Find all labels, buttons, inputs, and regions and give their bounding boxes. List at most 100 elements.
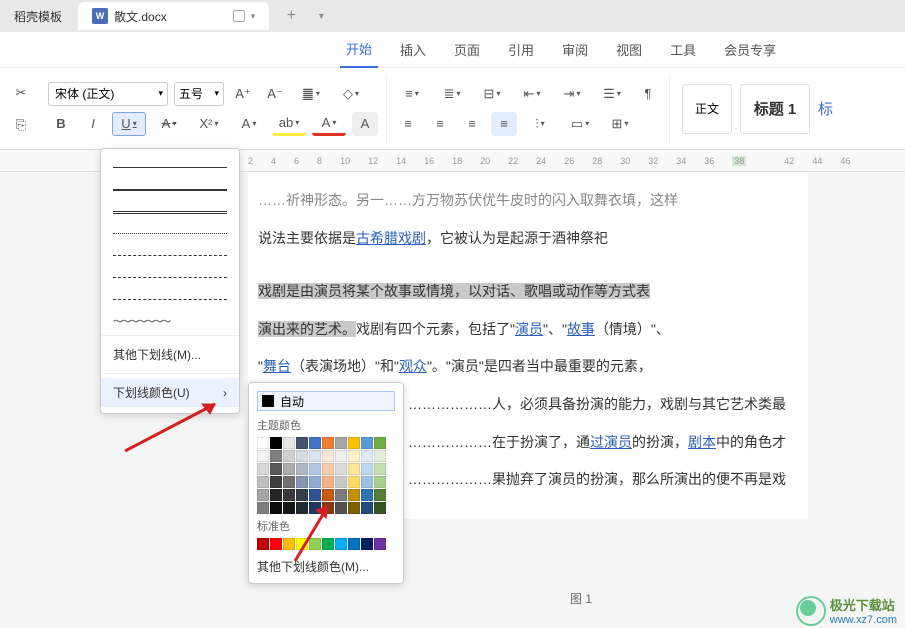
color-swatch[interactable]	[322, 437, 334, 449]
change-case-icon[interactable]: ䷀	[294, 82, 328, 106]
color-swatch[interactable]	[374, 450, 386, 462]
shading-icon[interactable]: ▭	[563, 112, 597, 136]
color-swatch[interactable]	[296, 437, 308, 449]
underline-style-double[interactable]	[113, 201, 227, 221]
color-swatch[interactable]	[270, 463, 282, 475]
color-swatch[interactable]	[270, 538, 282, 550]
multilevel-list-icon[interactable]: ⊟	[475, 82, 509, 106]
window-icon[interactable]	[233, 10, 245, 22]
copy-icon[interactable]: ⎘	[8, 113, 34, 137]
color-swatch[interactable]	[270, 476, 282, 488]
color-swatch[interactable]	[296, 463, 308, 475]
align-center-icon[interactable]: ≡	[427, 112, 453, 136]
style-more[interactable]: 标	[818, 98, 833, 119]
link-script[interactable]: 剧本	[688, 434, 716, 450]
indent-right-icon[interactable]: ⇥	[555, 82, 589, 106]
color-swatch[interactable]	[257, 463, 269, 475]
color-swatch[interactable]	[257, 476, 269, 488]
underline-style-long-dash[interactable]	[113, 267, 227, 287]
menu-member[interactable]: 会员专享	[718, 32, 782, 67]
color-swatch[interactable]	[335, 463, 347, 475]
underline-style-dashed[interactable]	[113, 245, 227, 265]
color-swatch[interactable]	[361, 538, 373, 550]
color-swatch[interactable]	[374, 489, 386, 501]
borders-icon[interactable]: ⊞	[603, 112, 637, 136]
menu-review[interactable]: 审阅	[556, 32, 594, 67]
sort-icon[interactable]: ☰	[595, 82, 629, 106]
number-list-icon[interactable]: ≣	[435, 82, 469, 106]
underline-button[interactable]: U	[112, 112, 146, 136]
font-color-button[interactable]: A	[312, 112, 346, 136]
underline-style-single[interactable]	[113, 157, 227, 177]
color-swatch[interactable]	[374, 437, 386, 449]
align-left-icon[interactable]: ≡	[395, 112, 421, 136]
underline-style-thick[interactable]	[113, 179, 227, 199]
color-swatch[interactable]	[348, 463, 360, 475]
color-swatch[interactable]	[322, 463, 334, 475]
menu-view[interactable]: 视图	[610, 32, 648, 67]
color-swatch[interactable]	[283, 463, 295, 475]
color-swatch[interactable]	[348, 476, 360, 488]
font-style-a-button[interactable]: A	[232, 112, 266, 136]
menu-insert[interactable]: 插入	[394, 32, 432, 67]
menu-start[interactable]: 开始	[340, 31, 378, 68]
underline-style-wave[interactable]	[113, 311, 227, 331]
color-swatch[interactable]	[270, 450, 282, 462]
link-greek-drama[interactable]: 古希腊戏剧	[356, 230, 426, 246]
italic-button[interactable]: I	[80, 112, 106, 136]
color-swatch[interactable]	[257, 437, 269, 449]
color-swatch[interactable]	[296, 450, 308, 462]
link-story[interactable]: 故事	[567, 321, 595, 337]
color-swatch[interactable]	[335, 450, 347, 462]
bold-button[interactable]: B	[48, 112, 74, 136]
highlight-button[interactable]: ab	[272, 112, 306, 136]
color-swatch[interactable]	[283, 450, 295, 462]
color-swatch[interactable]	[335, 476, 347, 488]
color-swatch[interactable]	[296, 476, 308, 488]
tab-chevron-icon[interactable]: ▾	[251, 11, 256, 22]
color-swatch[interactable]	[335, 437, 347, 449]
color-swatch[interactable]	[374, 538, 386, 550]
color-swatch[interactable]	[257, 489, 269, 501]
link-through-actor[interactable]: 过演员	[590, 434, 632, 450]
style-normal[interactable]: 正文	[682, 84, 732, 134]
align-justify-icon[interactable]: ≡	[491, 112, 517, 136]
menu-reference[interactable]: 引用	[502, 32, 540, 67]
font-name-select[interactable]: 宋体 (正文)▾	[48, 82, 168, 106]
color-swatch[interactable]	[283, 437, 295, 449]
line-spacing-icon[interactable]: ⫶	[523, 112, 557, 136]
decrease-font-icon[interactable]: A⁻	[262, 82, 288, 106]
color-swatch[interactable]	[322, 450, 334, 462]
underline-style-dash-dot[interactable]	[113, 289, 227, 309]
show-marks-icon[interactable]: ¶	[635, 82, 661, 106]
link-stage[interactable]: 舞台	[263, 358, 291, 374]
strike-button[interactable]: A	[152, 112, 186, 136]
clear-format-icon[interactable]: ◇	[334, 82, 368, 106]
increase-font-icon[interactable]: A⁺	[230, 82, 256, 106]
link-actor[interactable]: 演员	[515, 321, 543, 337]
menu-other-underline[interactable]: 其他下划线(M)...	[101, 340, 239, 369]
color-swatch[interactable]	[309, 450, 321, 462]
color-swatch[interactable]	[309, 463, 321, 475]
color-swatch[interactable]	[348, 489, 360, 501]
color-swatch[interactable]	[374, 476, 386, 488]
color-swatch[interactable]	[309, 437, 321, 449]
align-right-icon[interactable]: ≡	[459, 112, 485, 136]
color-swatch[interactable]	[348, 450, 360, 462]
color-swatch[interactable]	[270, 502, 282, 514]
color-swatch[interactable]	[361, 437, 373, 449]
add-tab-button[interactable]: +	[281, 6, 301, 26]
color-swatch[interactable]	[348, 502, 360, 514]
color-swatch[interactable]	[374, 502, 386, 514]
color-swatch[interactable]	[270, 437, 282, 449]
color-swatch[interactable]	[270, 489, 282, 501]
color-swatch[interactable]	[257, 502, 269, 514]
cut-icon[interactable]: ✂	[8, 81, 34, 105]
tab-templates[interactable]: 稻壳模板	[0, 2, 76, 30]
menu-page[interactable]: 页面	[448, 32, 486, 67]
color-swatch[interactable]	[361, 502, 373, 514]
superscript-button[interactable]: X²	[192, 112, 226, 136]
color-swatch[interactable]	[348, 437, 360, 449]
indent-left-icon[interactable]: ⇤	[515, 82, 549, 106]
menu-tools[interactable]: 工具	[664, 32, 702, 67]
